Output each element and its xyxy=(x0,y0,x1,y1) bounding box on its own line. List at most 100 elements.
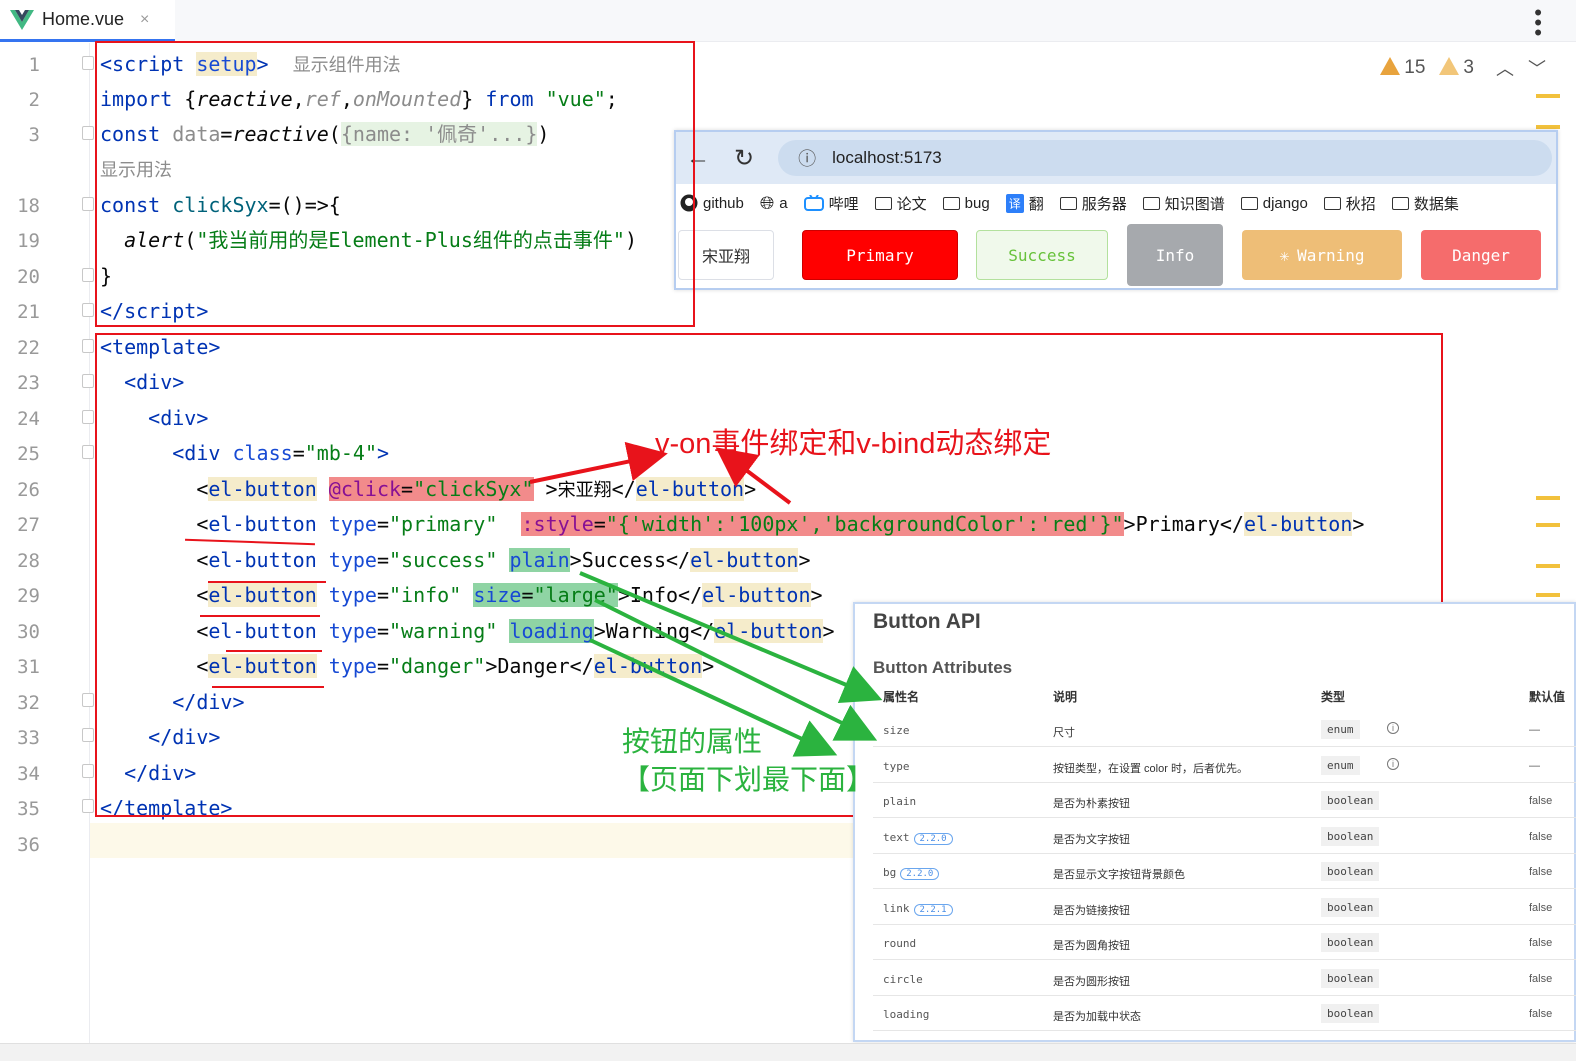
attr-desc: 是否为圆形按钮 xyxy=(1053,975,1130,988)
tab-close-icon[interactable]: × xyxy=(140,11,149,29)
bookmark-folder-server[interactable]: 服务器 xyxy=(1059,193,1127,214)
bookmark-a[interactable]: 🌐︎ a xyxy=(760,193,788,214)
bookmark-folder-bug[interactable]: bug xyxy=(942,195,990,212)
attr-name: loading xyxy=(883,1008,930,1021)
line-number: 33 xyxy=(17,727,40,749)
attr-default: false xyxy=(1529,901,1553,914)
button-success[interactable]: Success xyxy=(976,230,1108,280)
fold-marker[interactable] xyxy=(82,728,94,742)
line-number: 22 xyxy=(17,337,40,359)
tab-home-vue[interactable]: Home.vue × xyxy=(0,0,175,42)
info-circle-icon[interactable]: i xyxy=(1387,722,1399,734)
bookmark-bilibili[interactable]: 哔哩 xyxy=(803,193,859,214)
bookmark-translate[interactable]: 译翻 xyxy=(1005,193,1044,214)
attr-desc: 尺寸 xyxy=(1053,727,1075,739)
line-number: 31 xyxy=(17,656,40,678)
api-row: circle 是否为圆形按钮 boolean false xyxy=(873,961,1576,996)
attr-default: false xyxy=(1529,937,1553,949)
fold-marker[interactable] xyxy=(82,303,94,317)
col-header-desc: 说明 xyxy=(1053,690,1078,704)
bookmark-folder-datasets[interactable]: 数据集 xyxy=(1391,193,1459,214)
fold-marker[interactable] xyxy=(82,445,94,459)
folder-icon xyxy=(1391,196,1409,210)
site-info-icon[interactable]: ⓘ xyxy=(798,145,816,171)
line-number: 19 xyxy=(17,230,40,252)
fold-marker[interactable] xyxy=(82,410,94,424)
line-number-gutter xyxy=(0,43,90,1043)
fold-marker[interactable] xyxy=(82,56,94,70)
col-header-type: 类型 xyxy=(1321,690,1346,704)
attr-desc: 是否为圆角按钮 xyxy=(1053,940,1130,952)
fold-marker[interactable] xyxy=(82,268,94,282)
browser-toolbar: ← ↻ ⓘ localhost:5173 xyxy=(676,132,1556,184)
bookmark-folder-autumn[interactable]: 秋招 xyxy=(1323,193,1376,214)
info-circle-icon[interactable]: i xyxy=(1387,757,1399,770)
bookmark-folder-kg[interactable]: 知识图谱 xyxy=(1142,193,1225,214)
attr-default: false xyxy=(1529,795,1553,807)
attr-type: boolean xyxy=(1321,1004,1380,1023)
api-row: size 尺寸 enum i — xyxy=(873,712,1576,747)
next-highlight-icon[interactable]: ﹀ xyxy=(1528,55,1546,81)
prev-highlight-icon[interactable]: ︿ xyxy=(1496,55,1514,81)
error-count[interactable]: 15 xyxy=(1380,57,1425,79)
line-number: 34 xyxy=(17,763,40,785)
fold-marker[interactable] xyxy=(82,374,94,388)
attr-default: false xyxy=(1529,830,1553,843)
translate-icon: 译 xyxy=(1005,193,1024,213)
folder-icon xyxy=(1059,196,1077,210)
button-danger[interactable]: Danger xyxy=(1421,230,1541,280)
line-number: 21 xyxy=(17,301,40,323)
button-warning-label: Warning xyxy=(1297,245,1365,265)
col-header-default: 默认值 xyxy=(1529,690,1566,704)
attr-default: — xyxy=(1529,724,1540,736)
attr-name: type xyxy=(883,759,910,773)
fold-marker[interactable] xyxy=(82,126,94,140)
reload-icon[interactable]: ↻ xyxy=(734,144,754,173)
loading-spinner-icon: ✳ xyxy=(1279,245,1290,265)
attr-type: enum xyxy=(1321,755,1360,775)
button-warning[interactable]: ✳ Warning xyxy=(1242,230,1402,280)
scroll-marker xyxy=(1536,523,1560,527)
api-row: round 是否为圆角按钮 boolean false xyxy=(873,925,1576,960)
fold-marker[interactable] xyxy=(82,799,94,813)
attr-desc: 是否为文字按钮 xyxy=(1053,833,1130,846)
line-number: 28 xyxy=(17,550,40,572)
api-row: link 2.2.1 是否为链接按钮 boolean false xyxy=(873,890,1576,925)
fold-marker[interactable] xyxy=(82,693,94,707)
attr-type: boolean xyxy=(1321,791,1380,810)
api-subtitle: Button Attributes xyxy=(873,658,1013,677)
annotation-vbind-label: v-on事件绑定和v-bind动态绑定 xyxy=(655,428,1052,460)
line-number: 26 xyxy=(17,479,40,501)
bookmark-folder-django[interactable]: django xyxy=(1240,195,1308,212)
line-number: 27 xyxy=(17,514,40,536)
scroll-marker xyxy=(1536,496,1560,500)
attr-type: boolean xyxy=(1321,862,1380,881)
folder-icon xyxy=(1323,196,1341,210)
fold-marker[interactable] xyxy=(82,197,94,211)
attr-desc: 按钮类型，在设置 color 时，后者优先。 xyxy=(1053,762,1248,775)
api-row: plain 是否为朴素按钮 boolean false xyxy=(873,783,1576,818)
inspection-widget[interactable]: 15 3 ︿ ﹀ xyxy=(1380,55,1546,81)
warning-count[interactable]: 3 xyxy=(1439,57,1474,79)
annotation-scroll-hint: 【页面下划最下面】 xyxy=(622,764,875,795)
version-badge: 2.2.1 xyxy=(913,903,953,916)
button-primary[interactable]: Primary xyxy=(802,230,958,280)
folder-icon xyxy=(1240,196,1258,210)
line-number: 24 xyxy=(17,408,40,430)
attr-default: false xyxy=(1529,866,1553,878)
tab-filename: Home.vue xyxy=(42,9,125,29)
attr-name: round xyxy=(883,937,917,950)
bookmark-folder-papers[interactable]: 论文 xyxy=(874,193,927,214)
bilibili-icon xyxy=(803,195,824,211)
editor-status-strip xyxy=(0,1043,1576,1061)
attr-name: size xyxy=(883,724,910,737)
more-options-icon[interactable]: • • • xyxy=(1534,2,1542,44)
attr-default: — xyxy=(1529,759,1540,772)
editor-tab-bar: Home.vue × • • • xyxy=(0,0,1576,44)
fold-marker[interactable] xyxy=(82,339,94,353)
api-title: Button API xyxy=(873,610,981,633)
address-bar[interactable]: ⓘ localhost:5173 xyxy=(778,140,1552,176)
button-info[interactable]: Info xyxy=(1127,224,1223,286)
fold-marker[interactable] xyxy=(82,764,94,778)
warning-triangle-icon xyxy=(1380,57,1401,75)
